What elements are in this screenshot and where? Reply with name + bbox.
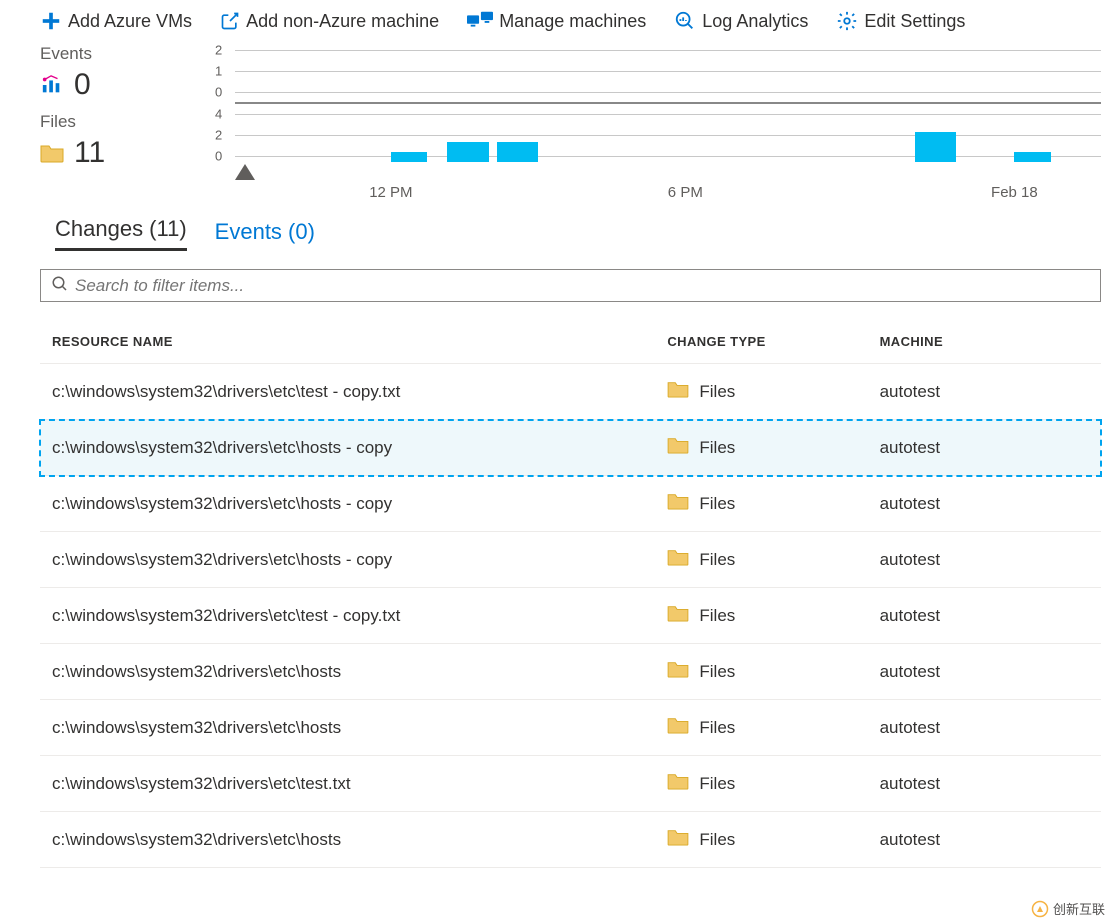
chart-bar[interactable] (391, 152, 427, 162)
bar-chart-icon (40, 73, 64, 97)
edit-settings-button[interactable]: Edit Settings (836, 10, 965, 32)
time-marker-icon[interactable] (235, 164, 255, 180)
ytick: 2 (215, 128, 222, 143)
cell-resource: c:\windows\system32\drivers\etc\test - c… (40, 364, 655, 420)
plus-icon (40, 10, 62, 32)
cell-change-type: Files (655, 532, 867, 588)
xtick: Feb 18 (991, 184, 1038, 201)
folder-icon (667, 436, 689, 459)
cell-change-type: Files (655, 476, 867, 532)
search-input[interactable] (75, 276, 1090, 296)
chart-bar[interactable] (447, 142, 489, 162)
ytick: 0 (215, 85, 222, 100)
files-count: 11 (74, 136, 105, 170)
manage-machines-button[interactable]: Manage machines (467, 11, 646, 32)
folder-icon (667, 716, 689, 739)
cell-machine: autotest (868, 532, 1101, 588)
table-row[interactable]: c:\windows\system32\drivers\etc\test - c… (40, 588, 1101, 644)
toolbar-label: Edit Settings (864, 11, 965, 32)
folder-icon (667, 772, 689, 795)
folder-icon (667, 604, 689, 627)
search-icon (51, 275, 69, 296)
table-row[interactable]: c:\windows\system32\drivers\etc\hosts - … (40, 420, 1101, 476)
cell-resource: c:\windows\system32\drivers\etc\hosts - … (40, 420, 655, 476)
cell-resource: c:\windows\system32\drivers\etc\hosts - … (40, 476, 655, 532)
add-non-azure-button[interactable]: Add non-Azure machine (220, 11, 439, 32)
log-analytics-button[interactable]: Log Analytics (674, 10, 808, 32)
col-change-type[interactable]: CHANGE TYPE (655, 320, 867, 364)
cell-machine: autotest (868, 644, 1101, 700)
cell-change-type: Files (655, 420, 867, 476)
table-row[interactable]: c:\windows\system32\drivers\etc\hosts - … (40, 532, 1101, 588)
toolbar-label: Add Azure VMs (68, 11, 192, 32)
cell-machine: autotest (868, 700, 1101, 756)
folder-icon (667, 548, 689, 571)
add-azure-vms-button[interactable]: Add Azure VMs (40, 10, 192, 32)
cell-resource: c:\windows\system32\drivers\etc\hosts (40, 700, 655, 756)
chart-bar[interactable] (915, 132, 957, 162)
cell-change-type: Files (655, 588, 867, 644)
cell-resource: c:\windows\system32\drivers\etc\hosts - … (40, 532, 655, 588)
ytick: 4 (215, 106, 222, 121)
folder-icon (40, 141, 64, 165)
files-label: Files (40, 112, 165, 132)
cell-change-type: Files (655, 812, 867, 868)
cell-change-type: Files (655, 756, 867, 812)
chart-bar[interactable] (1014, 152, 1050, 162)
table-row[interactable]: c:\windows\system32\drivers\etc\hostsFil… (40, 700, 1101, 756)
table-row[interactable]: c:\windows\system32\drivers\etc\hosts - … (40, 476, 1101, 532)
chart-bar[interactable] (497, 142, 539, 162)
cell-machine: autotest (868, 420, 1101, 476)
ytick: 1 (215, 64, 222, 79)
watermark: 创新互联 (1031, 899, 1105, 918)
toolbar-label: Add non-Azure machine (246, 11, 439, 32)
cell-machine: autotest (868, 812, 1101, 868)
ytick: 0 (215, 149, 222, 164)
table-row[interactable]: c:\windows\system32\drivers\etc\hostsFil… (40, 644, 1101, 700)
cell-machine: autotest (868, 476, 1101, 532)
events-metric: Events 0 (40, 44, 165, 102)
folder-icon (667, 660, 689, 683)
cell-machine: autotest (868, 588, 1101, 644)
events-label: Events (40, 44, 165, 64)
events-count: 0 (74, 68, 91, 102)
files-metric: Files 11 (40, 112, 165, 170)
folder-icon (667, 828, 689, 851)
cell-resource: c:\windows\system32\drivers\etc\test - c… (40, 588, 655, 644)
analytics-icon (674, 10, 696, 32)
table-row[interactable]: c:\windows\system32\drivers\etc\test - c… (40, 364, 1101, 420)
toolbar-label: Manage machines (499, 11, 646, 32)
tab-changes[interactable]: Changes (11) (55, 216, 187, 251)
tab-events[interactable]: Events (0) (215, 219, 315, 251)
cell-machine: autotest (868, 756, 1101, 812)
timeline-axis: 12 PM 6 PM Feb 18 (235, 166, 1101, 202)
gear-icon (836, 10, 858, 32)
table-row[interactable]: c:\windows\system32\drivers\etc\test.txt… (40, 756, 1101, 812)
folder-icon (667, 492, 689, 515)
events-sparkline[interactable]: 2 1 0 (175, 40, 1101, 102)
changes-table: RESOURCE NAME CHANGE TYPE MACHINE c:\win… (40, 320, 1101, 868)
machines-icon (467, 11, 493, 31)
cell-resource: c:\windows\system32\drivers\etc\hosts (40, 644, 655, 700)
toolbar-label: Log Analytics (702, 11, 808, 32)
cell-change-type: Files (655, 364, 867, 420)
metrics-panel: Events 0 Files 11 2 1 0 (0, 40, 1111, 202)
cell-resource: c:\windows\system32\drivers\etc\hosts (40, 812, 655, 868)
files-sparkline[interactable]: 4 2 0 (175, 104, 1101, 166)
xtick: 12 PM (369, 184, 412, 201)
col-machine[interactable]: MACHINE (868, 320, 1101, 364)
folder-icon (667, 380, 689, 403)
cell-resource: c:\windows\system32\drivers\etc\test.txt (40, 756, 655, 812)
table-row[interactable]: c:\windows\system32\drivers\etc\hostsFil… (40, 812, 1101, 868)
command-bar: Add Azure VMs Add non-Azure machine Mana… (0, 0, 1111, 40)
ytick: 2 (215, 42, 222, 57)
cell-change-type: Files (655, 644, 867, 700)
cell-machine: autotest (868, 364, 1101, 420)
external-link-icon (220, 11, 240, 31)
tab-strip: Changes (11) Events (0) (0, 208, 1111, 251)
col-resource-name[interactable]: RESOURCE NAME (40, 320, 655, 364)
cell-change-type: Files (655, 700, 867, 756)
search-box[interactable] (40, 269, 1101, 302)
xtick: 6 PM (668, 184, 703, 201)
